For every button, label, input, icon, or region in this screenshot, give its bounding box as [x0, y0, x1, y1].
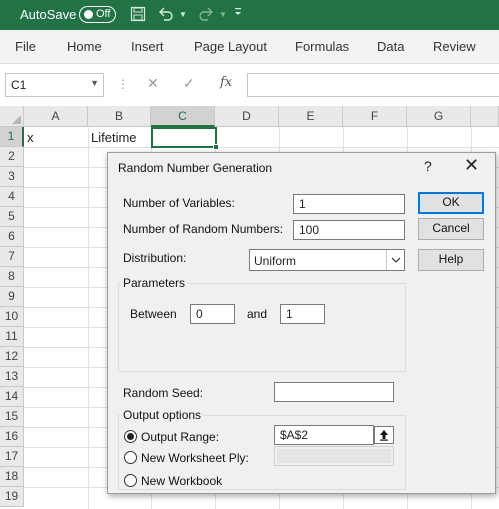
gridline [88, 127, 89, 509]
select-all-icon [12, 115, 21, 124]
new-worksheet-ply-input[interactable] [274, 446, 394, 466]
output-range-input[interactable]: $A$2 [274, 425, 374, 445]
collapse-dialog-icon[interactable] [374, 426, 394, 444]
row-header-12[interactable]: 12 [0, 347, 24, 367]
help-button[interactable]: Help [418, 249, 484, 271]
radio-selected-dot [127, 433, 134, 440]
distribution-value: Uniform [254, 254, 297, 268]
tab-data[interactable]: Data [377, 39, 404, 54]
save-icon[interactable] [130, 6, 146, 24]
row-header-13[interactable]: 13 [0, 367, 24, 387]
ok-button[interactable]: OK [418, 192, 484, 214]
toggle-knob [84, 10, 93, 19]
between-label: Between [130, 307, 177, 321]
chevron-down-icon[interactable] [386, 250, 404, 270]
new-workbook-label: New Workbook [141, 474, 223, 488]
random-seed-input[interactable] [274, 382, 394, 402]
autosave-state: Off [96, 8, 111, 20]
distribution-select[interactable]: Uniform [249, 249, 405, 271]
column-header-d[interactable]: D [215, 106, 279, 127]
row-header-10[interactable]: 10 [0, 307, 24, 327]
disabled-field-fill [277, 449, 391, 463]
row-header-15[interactable]: 15 [0, 407, 24, 427]
new-worksheet-ply-radio[interactable] [124, 451, 137, 464]
tab-insert[interactable]: Insert [131, 39, 164, 54]
row-header-4[interactable]: 4 [0, 187, 24, 207]
column-header-e[interactable]: E [279, 106, 343, 127]
name-box-value: C1 [11, 78, 27, 92]
row-header-8[interactable]: 8 [0, 267, 24, 287]
chevron-down-icon[interactable]: ▼ [90, 78, 99, 88]
number-of-variables-label: Number of Variables: [123, 196, 235, 210]
new-workbook-radio[interactable] [124, 474, 137, 487]
number-of-random-numbers-label: Number of Random Numbers: [123, 222, 284, 236]
number-of-variables-input[interactable]: 1 [293, 194, 405, 214]
output-range-label: Output Range: [141, 430, 220, 444]
formula-bar: C1 ▼ ⋮ ✕ ✓ fx [0, 64, 499, 106]
close-icon[interactable]: ✕ [464, 155, 479, 176]
row-header-7[interactable]: 7 [0, 247, 24, 267]
row-header-19[interactable]: 19 [0, 487, 24, 507]
distribution-label: Distribution: [123, 251, 187, 265]
cell-a1[interactable]: x [27, 130, 34, 145]
cancel-icon[interactable]: ✕ [147, 75, 159, 92]
row-header-16[interactable]: 16 [0, 427, 24, 447]
enter-icon[interactable]: ✓ [183, 75, 195, 92]
tab-file[interactable]: File [15, 39, 36, 54]
column-header-h[interactable] [471, 106, 499, 127]
tab-review[interactable]: Review [433, 39, 476, 54]
redo-icon[interactable] [197, 6, 215, 24]
row-header-14[interactable]: 14 [0, 387, 24, 407]
undo-icon[interactable] [157, 6, 175, 24]
redo-dropdown-icon[interactable]: ▼ [219, 6, 227, 24]
and-input[interactable]: 1 [280, 304, 325, 324]
row-header-6[interactable]: 6 [0, 227, 24, 247]
ribbon-tabs: File Home Insert Page Layout Formulas Da… [0, 30, 499, 64]
column-header-f[interactable]: F [343, 106, 407, 127]
between-input[interactable]: 0 [190, 304, 235, 324]
column-header-b[interactable]: B [88, 106, 151, 127]
undo-dropdown-icon[interactable]: ▼ [179, 6, 187, 24]
tab-home[interactable]: Home [67, 39, 102, 54]
parameters-title: Parameters [121, 276, 188, 290]
formula-input[interactable] [247, 73, 499, 97]
row-header-11[interactable]: 11 [0, 327, 24, 347]
autosave-toggle[interactable]: Off [79, 6, 116, 23]
output-options-title: Output options [121, 408, 204, 422]
title-bar: AutoSave Off ▼ ▼ [0, 0, 499, 30]
drag-handle-icon[interactable]: ⋮ [117, 77, 129, 91]
tab-page-layout[interactable]: Page Layout [194, 39, 267, 54]
tab-formulas[interactable]: Formulas [295, 39, 349, 54]
help-icon[interactable]: ? [424, 158, 432, 174]
random-seed-label: Random Seed: [123, 386, 204, 400]
row-header-5[interactable]: 5 [0, 207, 24, 227]
and-label: and [247, 307, 268, 321]
name-box[interactable]: C1 ▼ [5, 73, 104, 97]
cell-b1[interactable]: Lifetime [91, 130, 137, 145]
row-header-17[interactable]: 17 [0, 447, 24, 467]
insert-function-icon[interactable]: fx [220, 75, 232, 90]
row-header-3[interactable]: 3 [0, 167, 24, 187]
fill-handle[interactable] [213, 144, 219, 150]
random-number-generation-dialog: Random Number Generation ? ✕ Number of V… [107, 152, 496, 494]
autosave-label: AutoSave [20, 7, 77, 22]
row-header-1[interactable]: 1 [0, 127, 24, 147]
new-worksheet-ply-label: New Worksheet Ply: [141, 451, 249, 465]
parameters-group [118, 283, 406, 372]
select-all-button[interactable] [0, 106, 24, 127]
number-of-random-numbers-input[interactable]: 100 [293, 220, 405, 240]
dialog-title: Random Number Generation [118, 161, 273, 175]
row-header-9[interactable]: 9 [0, 287, 24, 307]
gridline [24, 147, 499, 148]
active-cell-c1[interactable] [151, 127, 217, 148]
cancel-button[interactable]: Cancel [418, 218, 484, 240]
column-header-c[interactable]: C [151, 106, 215, 127]
output-range-radio[interactable] [124, 430, 137, 443]
row-header-2[interactable]: 2 [0, 147, 24, 167]
customize-qat-icon[interactable] [233, 6, 243, 24]
column-header-a[interactable]: A [24, 106, 88, 127]
column-header-g[interactable]: G [407, 106, 471, 127]
row-header-18[interactable]: 18 [0, 467, 24, 487]
